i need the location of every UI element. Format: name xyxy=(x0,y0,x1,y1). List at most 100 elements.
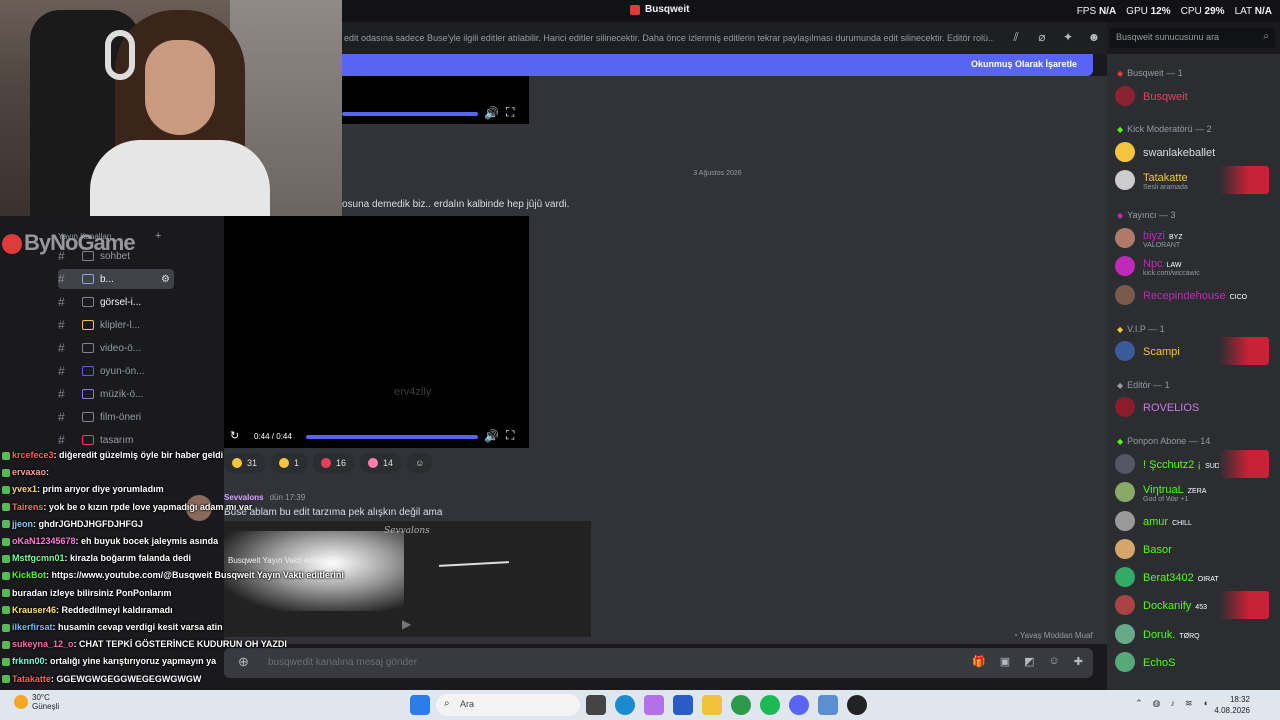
mic-icon[interactable]: ♪ xyxy=(1171,698,1176,709)
member-item[interactable]: ViηtruaL ZERA God of War +1 xyxy=(1115,479,1275,505)
channel-0[interactable]: # sohbet xyxy=(58,246,174,266)
member-item[interactable]: biyzi BYZ VALORANT xyxy=(1115,225,1275,251)
member-item[interactable]: amur CHILL xyxy=(1115,508,1275,534)
reaction-pink-heart[interactable]: 14 xyxy=(360,453,402,473)
chat-badge-icon xyxy=(2,606,10,615)
channel-2[interactable]: # görsel-i... xyxy=(58,292,174,312)
lat-stat: LAT N/A xyxy=(1234,6,1272,17)
member-item[interactable]: ROVELIOS xyxy=(1115,394,1275,420)
member-info: Berat3402 OIRAT xyxy=(1143,570,1219,584)
chat-badge-icon xyxy=(2,658,10,667)
channel-6[interactable]: # müzik-ö... xyxy=(58,384,174,404)
member-item[interactable]: Dockanify 453 xyxy=(1115,591,1275,619)
chat-text: : diğeredit güzelmiş öyle bir haber geld… xyxy=(53,450,224,460)
member-item[interactable]: Busqweit xyxy=(1115,83,1275,109)
wifi-icon[interactable]: ≋ xyxy=(1185,698,1193,709)
add-channel-icon[interactable]: + xyxy=(155,230,161,242)
channel-5[interactable]: # oyun-ön... xyxy=(58,361,174,381)
channel-1[interactable]: # b... ⚙ xyxy=(58,269,174,289)
volume-icon[interactable]: 🔊 xyxy=(484,429,499,443)
pin-icon[interactable]: ✦ xyxy=(1061,30,1075,44)
chat-text: : eh buyuk bocek jaleymis asında xyxy=(75,536,219,546)
fullscreen-icon[interactable]: ⛶ xyxy=(506,428,514,443)
member-item[interactable]: Tatakatte Sesli aramada xyxy=(1115,166,1275,194)
clock[interactable]: 18:32 4.08.2026 xyxy=(1214,694,1250,716)
app-icon[interactable] xyxy=(818,695,838,715)
video-progress-bar[interactable] xyxy=(342,112,478,116)
search-input[interactable]: Busqweit sunucusunu ara ⌕ xyxy=(1110,28,1275,48)
copilot-icon[interactable] xyxy=(644,695,664,715)
member-item[interactable]: Doruk. TØRQ xyxy=(1115,621,1275,647)
taskbar-search-label: Ara xyxy=(460,699,475,709)
mark-read-button[interactable]: Okunmuş Olarak İşaretle xyxy=(971,59,1077,69)
app-logo-icon xyxy=(630,4,640,15)
chat-username: ilkerfirsat xyxy=(12,622,53,632)
chat-badge-icon xyxy=(2,675,10,684)
network-icon[interactable]: ◍ xyxy=(1153,698,1161,709)
gif-icon[interactable]: ▣ xyxy=(1000,655,1010,668)
chat-badge-icon xyxy=(2,623,10,632)
member-info: biyzi BYZ VALORANT xyxy=(1143,228,1183,249)
gift-icon[interactable]: 🎁 xyxy=(972,655,986,668)
taskbar-search[interactable]: ⌕ Ara xyxy=(436,694,580,716)
sticker-icon[interactable]: ◩ xyxy=(1024,655,1034,668)
message-composer[interactable]: ⊕ busqwedit kanalına mesaj gönder 🎁 ▣ ◩ … xyxy=(224,648,1093,678)
discord-icon[interactable] xyxy=(789,695,809,715)
unread-banner[interactable]: Okunmuş Olarak İşaretle xyxy=(342,54,1093,76)
headset-icon xyxy=(105,30,135,80)
weather-condition: Güneşli xyxy=(32,702,60,711)
video-player[interactable]: erv4zlly ↻ 0:44 / 0:44 🔊 ⛶ xyxy=(224,216,529,448)
webcam-streamer-face xyxy=(145,40,215,135)
member-item[interactable]: Recepindehouse CICO xyxy=(1115,282,1275,308)
taskview-icon[interactable] xyxy=(586,695,606,715)
member-item[interactable]: ! Şcchutz2 ¡ SUDO xyxy=(1115,450,1275,478)
member-item[interactable]: Scampi xyxy=(1115,337,1275,365)
chat-badge-icon xyxy=(2,520,10,529)
channel-name: görsel-i... xyxy=(100,296,142,308)
members-icon[interactable]: ☻ xyxy=(1087,30,1101,44)
member-item[interactable]: Npc LAW kick.com/wiccawic xyxy=(1115,253,1275,279)
fullscreen-icon[interactable]: ⛶ xyxy=(506,105,514,120)
start-icon[interactable] xyxy=(410,695,430,715)
volume-icon[interactable]: 🔊 xyxy=(484,106,499,120)
obs-icon[interactable] xyxy=(847,695,867,715)
channel-category[interactable]: Yayın Kanalları xyxy=(58,232,112,241)
video-player-top[interactable]: 🔊 ⛶ xyxy=(342,76,529,124)
channel-emoji-icon xyxy=(82,343,94,353)
member-item[interactable]: Berat3402 OIRAT xyxy=(1115,564,1275,590)
channel-topic[interactable]: edit odasına sadece Buse'yle ilgili edit… xyxy=(344,33,994,43)
channel-4[interactable]: # video-ö... xyxy=(58,338,174,358)
edge-icon[interactable] xyxy=(615,695,635,715)
stream-chat-message: oKaN12345678: eh buyuk bocek jaleymis as… xyxy=(2,536,218,546)
member-item[interactable]: EchoS xyxy=(1115,649,1275,675)
stream-chat-message: Tatakatte: GGEWGWGEGGWEGEGWGWGW xyxy=(2,674,201,684)
chrome-icon[interactable] xyxy=(731,695,751,715)
play-icon[interactable]: ▶ xyxy=(402,617,411,631)
chat-text: : GGEWGWGEGGWEGEGWGWGW xyxy=(50,673,202,684)
chat-username: frknn00 xyxy=(12,656,45,667)
add-reaction-button[interactable]: ☺ xyxy=(407,453,433,473)
avatar xyxy=(1115,341,1135,361)
tray-expand-icon[interactable]: ⌃ xyxy=(1135,698,1143,709)
member-item[interactable]: swanlakeballet xyxy=(1115,139,1275,165)
volume-icon[interactable]: ◖ xyxy=(1203,698,1208,709)
apps-icon[interactable]: ✚ xyxy=(1074,655,1083,668)
emoji-icon[interactable]: ☺ xyxy=(1049,655,1060,668)
stream-chat-message: krcefece3: diğeredit güzelmiş öyle bir h… xyxy=(2,450,223,460)
stream-chat-message: Krauser46: Reddedilmeyi kaldıramadı xyxy=(2,605,173,615)
profile-banner xyxy=(1219,591,1269,619)
member-name: Scampi xyxy=(1143,346,1180,358)
mute-icon[interactable]: ⌀ xyxy=(1035,30,1049,44)
store-icon[interactable] xyxy=(673,695,693,715)
weather-widget[interactable]: 30°C Güneşli xyxy=(14,693,59,711)
channel-settings-icon[interactable]: ⚙ xyxy=(161,274,170,285)
member-group-header: ◆ Busqweit — 1 xyxy=(1117,68,1183,78)
spotify-icon[interactable] xyxy=(760,695,780,715)
threads-icon[interactable]: ⫽ xyxy=(1009,30,1023,44)
folder-icon[interactable] xyxy=(702,695,722,715)
channel-3[interactable]: # klipler-l... xyxy=(58,315,174,335)
member-item[interactable]: Basor xyxy=(1115,536,1275,562)
cpu-stat: CPU 29% xyxy=(1180,6,1225,17)
member-activity: Sesli aramada xyxy=(1143,183,1188,191)
reaction-count: 14 xyxy=(383,458,394,468)
